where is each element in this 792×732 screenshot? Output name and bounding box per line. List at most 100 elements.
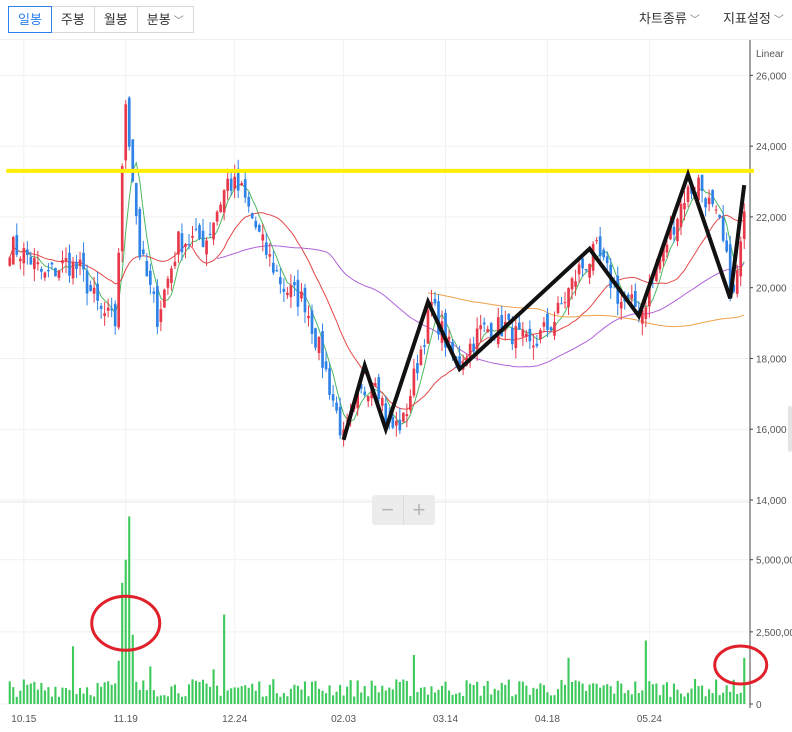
candle [117,247,121,330]
candle [156,279,159,335]
candle-body [138,209,142,258]
candle-body [222,190,226,213]
zoom-in-button[interactable]: + [403,495,434,525]
candle-body [517,322,521,330]
candle-body [563,301,567,304]
candle [528,320,532,350]
candle [82,242,85,282]
volume-bar [701,685,704,704]
volume-bar [303,681,307,704]
tab-monthly[interactable]: 월봉 [94,7,138,32]
candle-body [205,240,208,255]
candle-body [194,228,198,230]
volume-bar [40,682,43,704]
candle-body [296,279,300,307]
stock-chart[interactable]: Linear 14,000 16,000 18,000 20,000 22,000 24,0… [0,40,792,732]
candle [331,384,335,407]
volume-bar [708,689,711,704]
volume-bar [170,686,173,704]
candle [201,218,205,248]
candle [423,338,426,355]
volume-bar [655,683,658,704]
volume-bar [349,680,352,704]
volume-bar [223,614,226,704]
candle-body [289,285,293,298]
candle-body [588,264,591,278]
volume-bar [630,694,633,704]
tab-minute-label: 분봉 [146,12,171,27]
candle-body [201,230,205,247]
volume-bar [57,696,61,704]
candle [219,201,222,213]
volume-bar [110,684,113,704]
panel-resize-handle[interactable] [788,406,792,452]
volume-bar [528,694,531,704]
candle [198,223,201,241]
candle-body [735,270,739,294]
candle [247,192,251,213]
volume-bar [419,687,422,704]
candle-body [331,394,335,401]
candle [85,264,89,306]
zoom-out-button[interactable]: − [372,495,403,525]
y-tick-label: 22,000 [756,213,787,224]
candle-body [549,327,553,331]
candle-body [380,398,384,406]
volume-bar [300,689,303,704]
volume-bar [686,692,690,704]
volume-bar [602,685,605,704]
volume-bar [500,682,503,704]
volume-bar [662,684,665,704]
volume-bar [447,690,451,704]
volume-bar [117,660,120,704]
volume-bar [669,696,672,704]
candle [261,223,265,252]
chart-area[interactable]: Linear 14,000 16,000 18,000 20,000 22,000 24,0… [0,40,792,732]
candle-body [482,322,486,325]
volume-bar [230,688,233,704]
candle-body [61,260,64,264]
volume-bar [61,687,64,704]
volume-bar [339,684,342,704]
candle-body [110,308,114,311]
volume-bar [570,682,574,704]
candle-body [423,345,426,347]
y-tick-label: 26,000 [756,71,787,82]
candle [64,247,68,274]
volume-bar [592,683,595,704]
volume-bar [205,683,208,704]
volume-bar [310,681,314,704]
volume-bar [335,691,338,704]
candle-body [187,244,191,246]
volume-bar [697,686,700,704]
tab-minute[interactable]: 분봉 ﹀ [137,7,193,32]
volume-bar [535,688,538,704]
candle [166,275,170,295]
volume-bar [128,516,131,704]
tab-weekly[interactable]: 주봉 [51,7,95,32]
candle-body [581,258,584,269]
candle [25,241,29,265]
volume-bar [296,685,299,704]
indicator-menu[interactable]: 지표설정 ﹀ [723,8,784,27]
candle-body [92,287,96,294]
volume-bar [672,683,676,704]
candle-body [198,225,201,239]
candle-body [208,233,212,235]
candle-body [532,345,535,348]
candle-body [412,368,416,396]
volume-bar [237,687,240,704]
volume-bar [254,690,257,704]
candle-body [535,343,539,346]
volume-bar [353,696,356,704]
candle-body [314,328,317,348]
candle-body [43,272,47,278]
candle [75,254,78,278]
candle [725,232,729,254]
volume-bar [539,683,542,704]
chart-type-menu[interactable]: 차트종류 ﹀ [639,8,700,27]
volume-bar [212,669,215,704]
volume-bar [588,684,591,704]
tab-daily[interactable]: 일봉 [8,6,52,33]
candle-body [300,291,303,299]
